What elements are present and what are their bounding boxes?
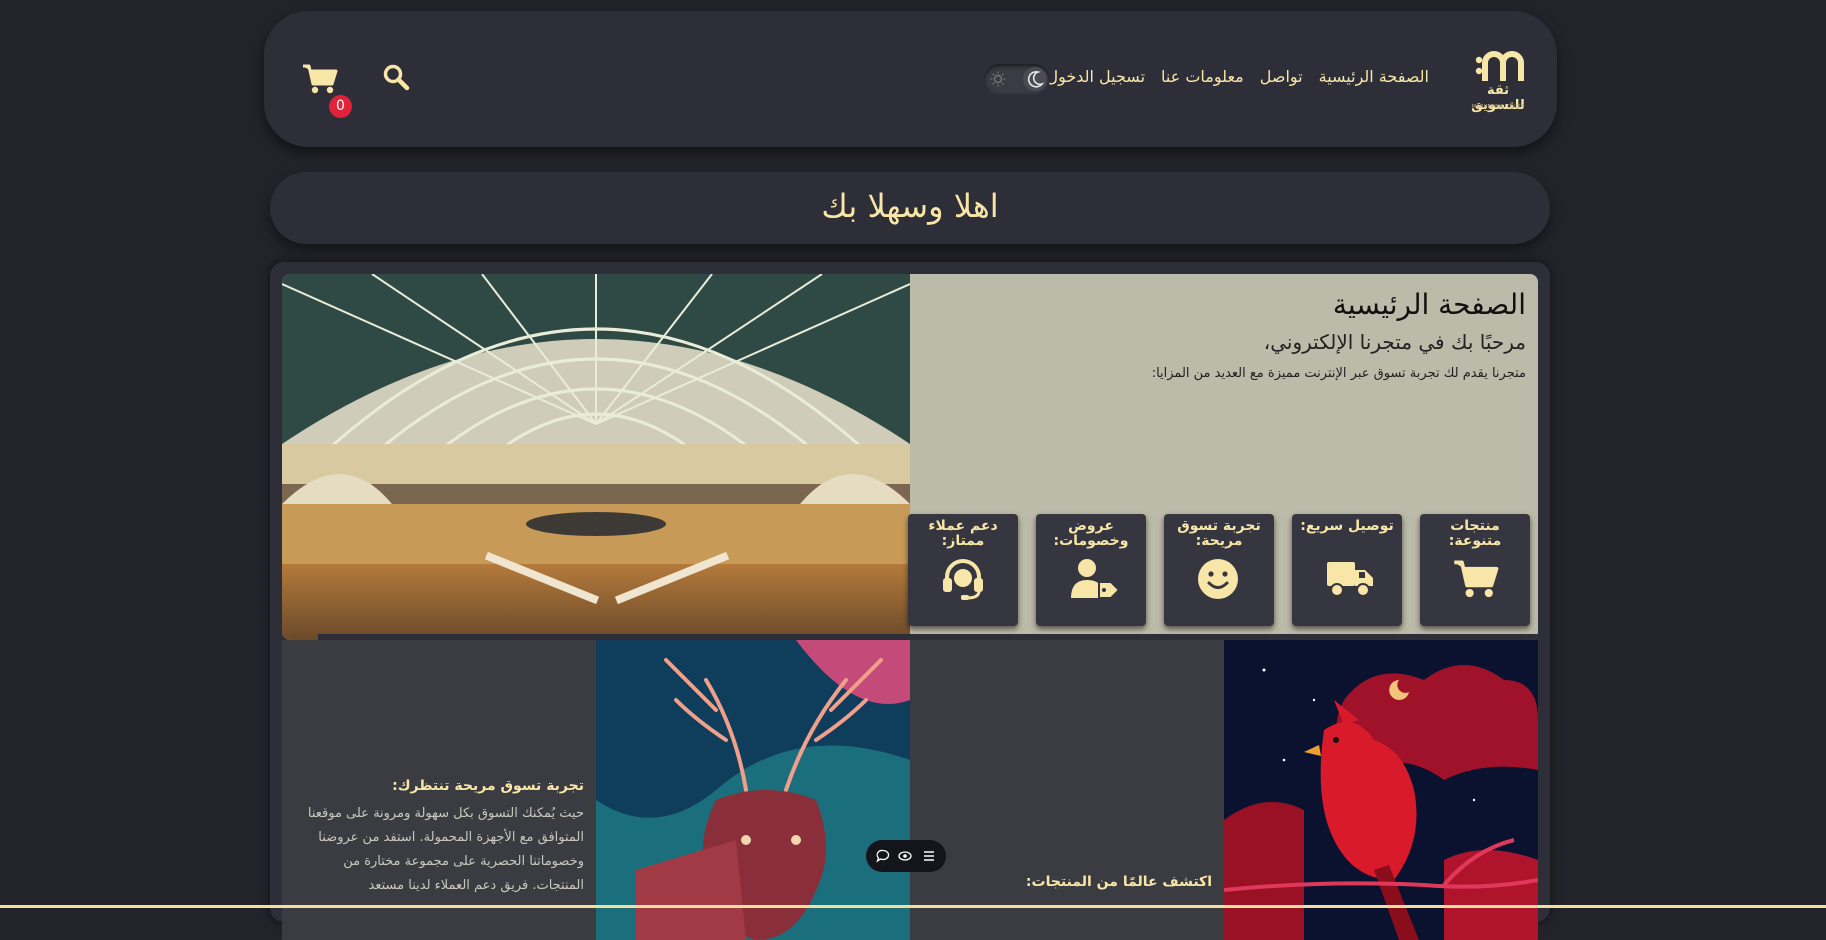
feature-card-offers: عروض وخصومات:: [1036, 514, 1146, 626]
cart-count-badge: 0: [329, 95, 352, 118]
theme-toggle[interactable]: [984, 64, 1050, 94]
feature-label: توصيل سريع:: [1300, 518, 1394, 534]
chat-widget[interactable]: [866, 840, 946, 872]
feature-label: منتجات متنوعة:: [1448, 518, 1502, 549]
feature-card-comfort: تجربة تسوق مريحة:: [1164, 514, 1274, 626]
toggle-knob[interactable]: [1023, 67, 1047, 91]
hero-info: الصفحة الرئيسية مرحبًا بك في متجرنا الإل…: [908, 274, 1538, 640]
feature-label: دعم عملاء ممتاز:: [928, 518, 998, 549]
nav-login[interactable]: تسجيل الدخول: [1046, 67, 1145, 86]
cards-row: تجربة تسوق مريحة تنتظرك: حيث يُمكنك التس…: [282, 640, 1538, 940]
mall-image: [282, 274, 910, 640]
comfort-card-body: حيث يُمكنك التسوق بكل سهولة ومرونة على م…: [307, 806, 584, 893]
chat-icon[interactable]: [876, 848, 890, 867]
comfort-card-title: تجربة تسوق مريحة تنتظرك:: [392, 778, 584, 794]
logo-m-icon: [1475, 51, 1524, 81]
nav-about[interactable]: معلومات عنا: [1161, 67, 1244, 86]
cardinal-artwork: [1224, 640, 1538, 940]
smile-icon: [1198, 559, 1238, 599]
products-card: اكتشف عالمًا من المنتجات:: [910, 640, 1224, 940]
feature-label: تجربة تسوق مريحة:: [1177, 518, 1261, 549]
menu-icon[interactable]: [922, 848, 936, 867]
main-content: الصفحة الرئيسية مرحبًا بك في متجرنا الإل…: [270, 262, 1550, 940]
feature-label: عروض وخصومات:: [1053, 518, 1129, 549]
logo-subtext: MARKETING TRUST: [1471, 104, 1525, 110]
user-tag-icon: [1071, 559, 1121, 599]
site-logo[interactable]: ثقة للتسويق MARKETING TRUST: [1459, 49, 1537, 121]
welcome-banner: اهلا وسهلا بك: [270, 172, 1550, 244]
hero-title: الصفحة الرئيسية: [1332, 288, 1526, 321]
sun-icon: [990, 71, 1006, 87]
headset-icon: [943, 559, 983, 600]
cart-button[interactable]: 0: [302, 63, 352, 118]
nav-contact[interactable]: تواصل: [1260, 67, 1303, 86]
main-nav: الصفحة الرئيسية تواصل معلومات عنا تسجيل …: [1046, 67, 1429, 86]
hero-subtitle: مرحبًا بك في متجرنا الإلكتروني،: [1263, 330, 1526, 354]
hero-panel: الصفحة الرئيسية مرحبًا بك في متجرنا الإل…: [282, 274, 1538, 640]
products-card-title: اكتشف عالمًا من المنتجات:: [1025, 874, 1212, 890]
site-header: ثقة للتسويق MARKETING TRUST الصفحة الرئي…: [264, 11, 1557, 147]
feature-card-support: دعم عملاء ممتاز:: [908, 514, 1018, 626]
hero-description: متجرنا يقدم لك تجربة تسوق عبر الإنترنت م…: [1151, 366, 1526, 381]
truck-icon: [1327, 562, 1373, 597]
deer-artwork: [596, 640, 910, 940]
cart-icon: [1454, 560, 1499, 598]
cart-icon: [303, 64, 338, 94]
eye-icon[interactable]: [898, 848, 912, 867]
search-button[interactable]: [382, 63, 412, 93]
feature-card-delivery: توصيل سريع:: [1292, 514, 1402, 626]
search-icon: [383, 64, 410, 91]
comfort-card: تجربة تسوق مريحة تنتظرك: حيث يُمكنك التس…: [282, 640, 596, 940]
feature-card-products: منتجات متنوعة:: [1420, 514, 1530, 626]
nav-home[interactable]: الصفحة الرئيسية: [1319, 67, 1429, 86]
moon-icon: [1027, 70, 1044, 88]
